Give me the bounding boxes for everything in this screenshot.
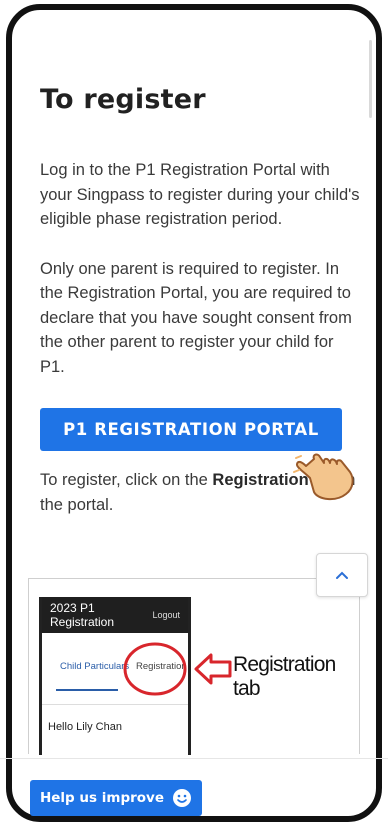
screenshot-header: 2023 P1 Registration Logout [42,597,188,633]
screenshot-greeting: Hello Lily Chan [48,721,122,733]
p1-registration-portal-button[interactable]: P1 REGISTRATION PORTAL [40,408,342,451]
scroll-to-top-button[interactable] [316,553,368,597]
screenshot-image: 2023 P1 Registration Logout Child Partic… [39,597,349,755]
footer-divider [0,758,388,759]
consent-paragraph: Only one parent is required to register.… [40,259,352,376]
left-arrow-icon [194,653,232,685]
screenshot-header-title: 2023 P1 Registration [50,601,115,629]
scrollbar[interactable] [369,40,372,118]
help-us-improve-button[interactable]: Help us improve [30,780,202,816]
pointing-hand-icon [293,453,354,500]
help-button-label: Help us improve [39,790,165,806]
screenshot-tabs: Child Particulars Registration [42,633,188,705]
screenshot-logout: Logout [152,610,180,620]
registration-tab-callout: Registration tab [233,653,336,700]
registration-tab-screenshot: 2023 P1 Registration Logout Child Partic… [28,578,360,755]
screenshot-phone: 2023 P1 Registration Logout Child Partic… [39,597,191,755]
chevron-up-icon [336,571,348,579]
intro-paragraph: Log in to the P1 Registration Portal wit… [40,161,360,228]
smiley-icon [173,789,192,807]
screenshot-tab-child-particulars: Child Particulars [60,661,130,672]
screenshot-tab-underline [56,689,118,691]
page-title: To register [40,84,206,115]
highlight-circle-icon [123,642,187,696]
instruction-prefix: To register, click on the [40,471,213,489]
